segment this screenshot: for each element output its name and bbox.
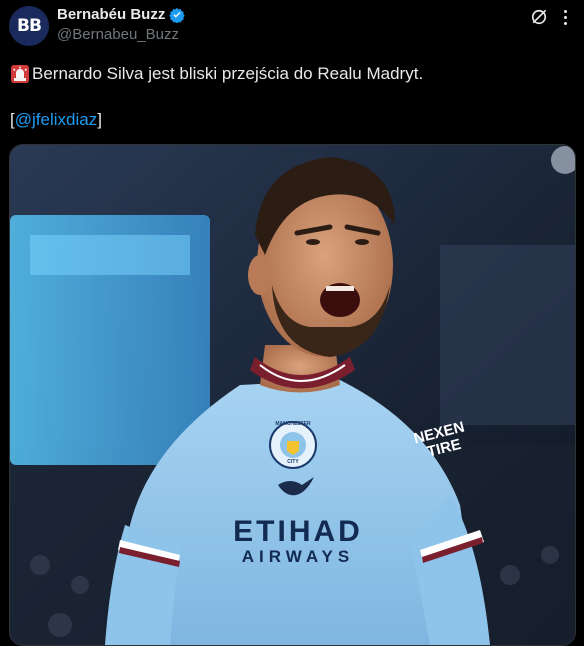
avatar[interactable]: BB [9, 6, 49, 46]
more-options-button[interactable] [556, 6, 574, 28]
verified-badge-icon [169, 7, 186, 23]
author-handle[interactable]: @Bernabeu_Buzz [57, 26, 179, 43]
crest-text-bottom: CITY [287, 459, 299, 465]
mute-button[interactable] [528, 6, 550, 28]
tweet-body: Bernardo Silva jest bliski przejścia do … [32, 64, 424, 83]
siren-emoji-icon [10, 64, 30, 84]
mention-bracket-close: ] [97, 110, 102, 129]
mention-line: [@jfelixdiaz] [10, 109, 102, 131]
mute-icon [531, 9, 547, 25]
tweet-photo[interactable]: ETIHAD AIRWAYS NEXEN TIRE MANCHESTER CIT… [9, 144, 576, 646]
more-dot-icon [563, 9, 567, 13]
tweet-text: Bernardo Silva jest bliski przejścia do … [10, 63, 423, 85]
kit-sponsor: ETIHAD AIRWAYS [203, 517, 393, 567]
author-display-name[interactable]: Bernabéu Buzz [57, 6, 165, 23]
avatar-initials: BB [17, 16, 42, 36]
kit-sponsor-main: ETIHAD [233, 515, 363, 548]
more-dot-icon [563, 15, 567, 19]
author-name-row[interactable]: Bernabéu Buzz [57, 6, 186, 23]
kit-sponsor-sub: AIRWAYS [241, 547, 355, 566]
crest-text-top: MANCHESTER [275, 421, 311, 427]
more-dot-icon [563, 21, 567, 25]
mention-link[interactable]: @jfelixdiaz [15, 110, 97, 129]
player-photo-illustration [10, 145, 575, 645]
